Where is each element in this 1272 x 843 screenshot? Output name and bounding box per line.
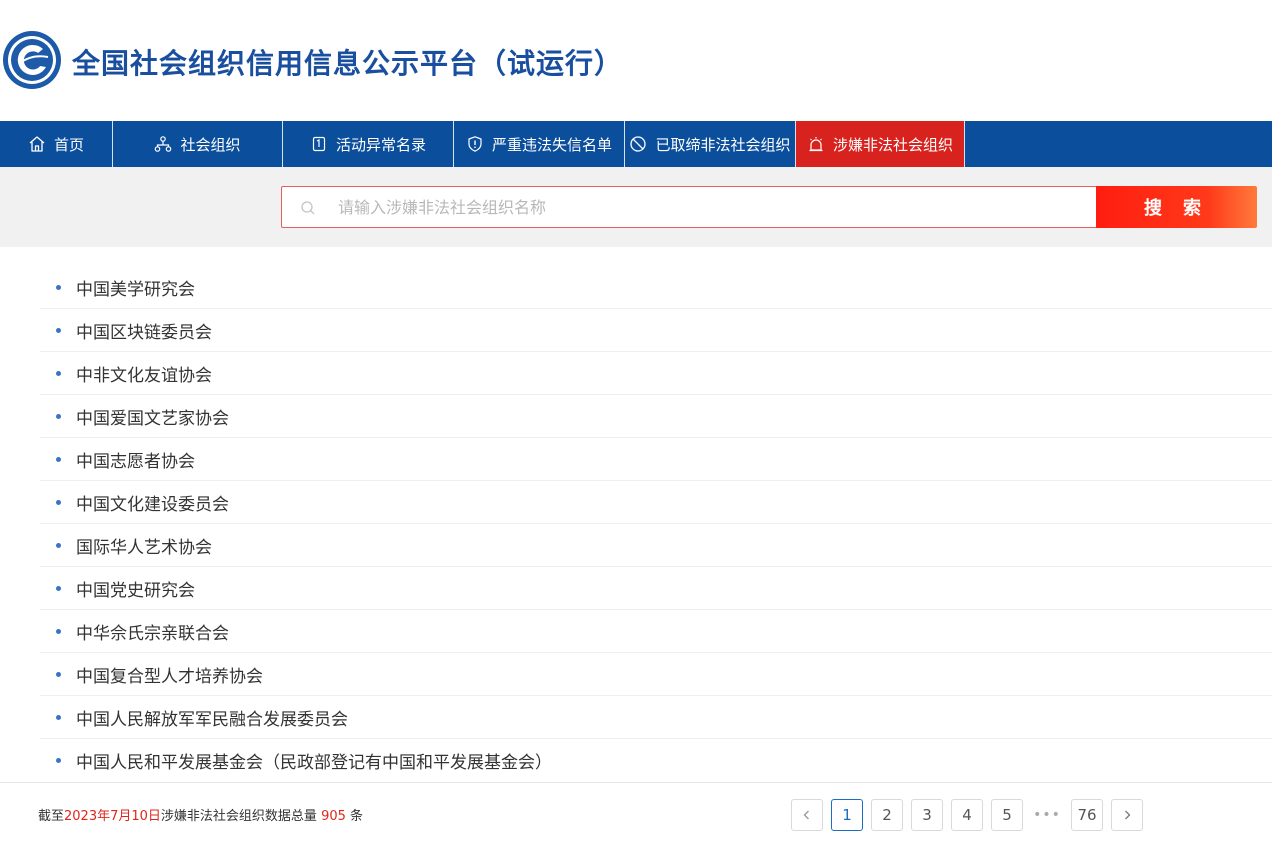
bullet-icon — [56, 758, 61, 763]
list-item-label[interactable]: 中国复合型人才培养协会 — [76, 662, 263, 687]
nav-item-social-org[interactable]: 社会组织 — [113, 121, 283, 167]
list-item[interactable]: 中华佘氏宗亲联合会 — [40, 610, 1272, 653]
nav-item-abnormal-list[interactable]: 活动异常名录 — [283, 121, 454, 167]
page-button-4[interactable]: 4 — [951, 799, 983, 831]
search-button[interactable]: 搜 索 — [1096, 186, 1257, 228]
nav-item-label: 社会组织 — [180, 135, 241, 154]
page-button-2[interactable]: 2 — [871, 799, 903, 831]
nav-item-label: 已取缔非法社会组织 — [655, 135, 791, 154]
org-icon — [155, 136, 172, 152]
home-icon — [29, 136, 45, 152]
nav-item-label: 严重违法失信名单 — [491, 135, 612, 154]
list-icon — [312, 136, 326, 152]
list-footer: 截至2023年7月10日涉嫌非法社会组织数据总量 905 条 1 2 3 4 5… — [0, 782, 1272, 843]
bullet-icon — [56, 585, 61, 591]
shield-icon — [468, 136, 482, 152]
bullet-icon — [56, 499, 61, 505]
main-nav: 首页 社会组织 活动异常名录 严重违法失信名单 已取缔非法社会组织 涉嫌非法社会… — [0, 121, 1272, 167]
bullet-icon — [56, 671, 61, 677]
search-input[interactable] — [338, 187, 1078, 227]
chevron-right-icon — [1125, 810, 1131, 820]
list-item-label[interactable]: 中国党史研究会 — [76, 576, 195, 601]
list-item[interactable]: 中国志愿者协会 — [40, 438, 1272, 481]
nav-item-home[interactable]: 首页 — [0, 121, 113, 167]
list-item-label[interactable]: 中国人民和平发展基金会（民政部登记有中国和平发展基金会） — [76, 748, 552, 773]
list-item[interactable]: 中国人民解放军军民融合发展委员会 — [40, 696, 1272, 739]
nav-item-banned-org[interactable]: 已取缔非法社会组织 — [625, 121, 796, 167]
pagination: 1 2 3 4 5 ••• 76 — [0, 799, 1272, 831]
nav-item-label: 首页 — [53, 135, 84, 154]
next-page-button[interactable] — [1111, 799, 1143, 831]
list-item[interactable]: 中国党史研究会 — [40, 567, 1272, 610]
bullet-icon — [56, 327, 61, 333]
page-button-1[interactable]: 1 — [831, 799, 863, 831]
bullet-icon — [56, 413, 61, 419]
ban-icon — [630, 136, 647, 152]
site-title: 全国社会组织信用信息公示平台（试运行） — [72, 47, 624, 80]
list-item-label[interactable]: 国际华人艺术协会 — [76, 533, 212, 558]
alarm-icon — [809, 137, 823, 152]
platform-logo-icon[interactable] — [2, 30, 62, 90]
page-button-3[interactable]: 3 — [911, 799, 943, 831]
org-list: 中国美学研究会 中国区块链委员会 中非文化友谊协会 中国爱国文艺家协会 中国志愿… — [40, 266, 1272, 782]
list-item[interactable]: 中国区块链委员会 — [40, 309, 1272, 352]
search-box — [281, 186, 1096, 228]
page-button-5[interactable]: 5 — [991, 799, 1023, 831]
list-item-label[interactable]: 中非文化友谊协会 — [76, 361, 212, 386]
list-item-label[interactable]: 中国区块链委员会 — [76, 318, 212, 343]
list-item-label[interactable]: 中国人民解放军军民融合发展委员会 — [76, 705, 348, 730]
list-item[interactable]: 中国复合型人才培养协会 — [40, 653, 1272, 696]
list-item[interactable]: 中国文化建设委员会 — [40, 481, 1272, 524]
bullet-icon — [56, 456, 61, 462]
chevron-left-icon — [803, 810, 809, 820]
bullet-icon — [56, 284, 61, 290]
list-item-label[interactable]: 中国志愿者协会 — [76, 447, 195, 472]
search-bar: 搜 索 — [0, 167, 1272, 247]
bullet-icon — [56, 542, 61, 548]
search-icon — [301, 201, 315, 215]
nav-item-serious-violation[interactable]: 严重违法失信名单 — [454, 121, 625, 167]
nav-item-label: 活动异常名录 — [335, 135, 426, 154]
list-item[interactable]: 中国人民和平发展基金会（民政部登记有中国和平发展基金会） — [40, 739, 1272, 782]
list-item[interactable]: 中非文化友谊协会 — [40, 352, 1272, 395]
prev-page-button[interactable] — [791, 799, 823, 831]
list-item-label[interactable]: 中国美学研究会 — [76, 275, 195, 300]
nav-item-suspected-illegal[interactable]: 涉嫌非法社会组织 — [796, 121, 965, 167]
list-item-label[interactable]: 中国文化建设委员会 — [76, 490, 229, 515]
page-ellipsis[interactable]: ••• — [1031, 799, 1063, 831]
nav-item-label: 涉嫌非法社会组织 — [832, 135, 953, 154]
page-button-last[interactable]: 76 — [1071, 799, 1103, 831]
bullet-icon — [56, 370, 61, 376]
site-header: 全国社会组织信用信息公示平台（试运行） — [0, 0, 1272, 121]
list-item-label[interactable]: 中国爱国文艺家协会 — [76, 404, 229, 429]
list-item[interactable]: 中国美学研究会 — [40, 266, 1272, 309]
bullet-icon — [56, 714, 61, 720]
list-item[interactable]: 中国爱国文艺家协会 — [40, 395, 1272, 438]
list-item-label[interactable]: 中华佘氏宗亲联合会 — [76, 619, 229, 644]
bullet-icon — [56, 628, 61, 634]
list-item[interactable]: 国际华人艺术协会 — [40, 524, 1272, 567]
